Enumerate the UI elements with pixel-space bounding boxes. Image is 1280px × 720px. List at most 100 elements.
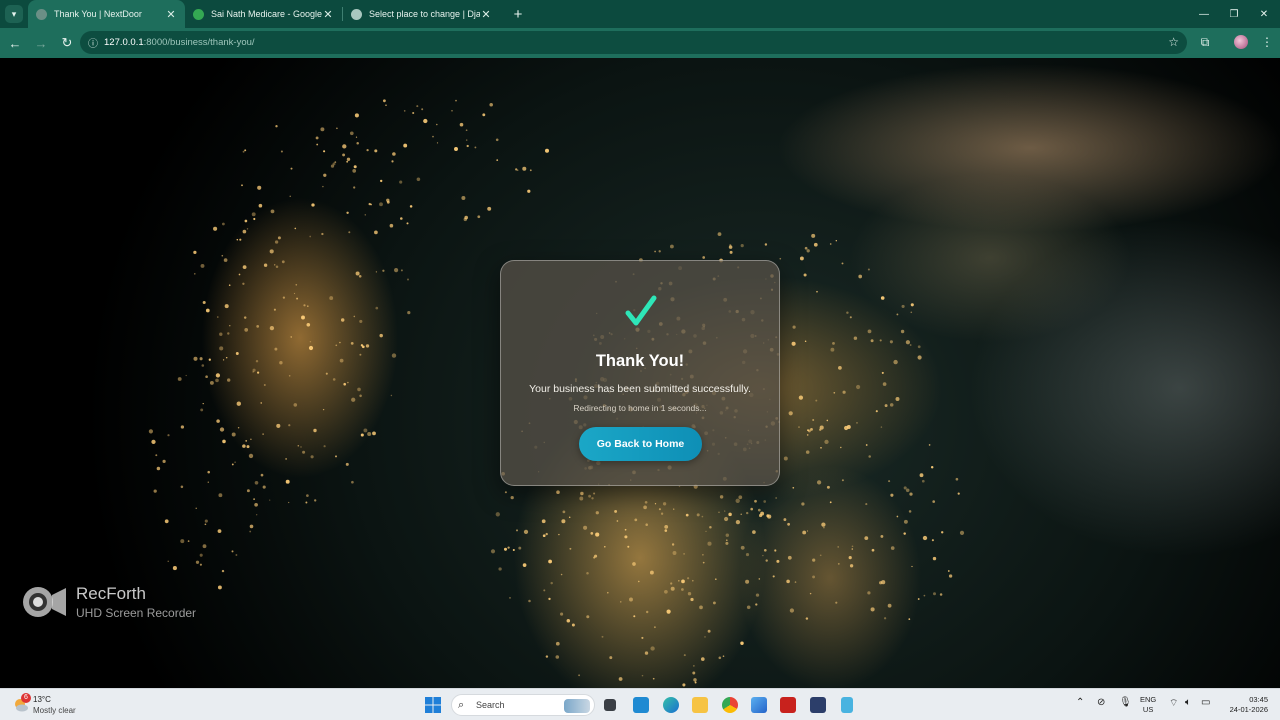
tab-django-admin[interactable]: Select place to change | Djang ✕	[343, 0, 500, 28]
city-light-dot	[529, 169, 532, 172]
city-light-dot	[900, 329, 905, 334]
city-light-dot	[339, 358, 344, 363]
city-light-dot	[305, 501, 308, 504]
city-light-dot	[370, 203, 372, 206]
city-light-dot	[746, 605, 751, 610]
task-view-icon[interactable]	[600, 695, 620, 715]
site-info-icon[interactable]: ⓘ	[88, 35, 104, 50]
city-light-dot	[353, 186, 356, 189]
city-light-dot	[616, 520, 619, 522]
city-light-dot	[342, 153, 346, 157]
city-light-dot	[856, 384, 861, 390]
city-light-dot	[887, 603, 892, 608]
city-light-dot	[215, 378, 219, 383]
windows-start-icon[interactable]	[425, 697, 441, 713]
city-light-dot	[523, 529, 529, 535]
vscode-icon[interactable]	[631, 695, 651, 715]
city-light-dot	[236, 239, 239, 241]
back-arrow-icon[interactable]: ←	[3, 31, 27, 55]
profile-avatar[interactable]	[1230, 31, 1252, 53]
system-clock[interactable]: 03:45 24-01-2026	[1222, 695, 1268, 715]
address-bar[interactable]: ⓘ 127.0.0.1:8000/business/thank-you/ ☆	[80, 31, 1187, 54]
city-light-dot	[349, 131, 354, 136]
city-light-dot	[704, 636, 706, 638]
bookmark-star-icon[interactable]: ☆	[1168, 35, 1179, 49]
weather-widget[interactable]: 6 13°C Mostly clear	[10, 692, 100, 718]
city-light-dot	[801, 502, 805, 506]
city-light-dot	[888, 480, 891, 483]
city-light-dot	[340, 318, 345, 322]
chrome-icon[interactable]	[720, 695, 740, 715]
city-light-dot	[310, 455, 314, 459]
city-light-dot	[216, 419, 220, 423]
minimize-icon[interactable]: —	[1188, 0, 1220, 28]
city-light-dot	[490, 549, 496, 554]
city-light-dot	[652, 677, 655, 680]
city-light-dot	[604, 546, 606, 548]
show-hidden-icons-chevron-icon[interactable]: ⌃	[1076, 697, 1084, 708]
network-off-icon[interactable]: ⊘	[1097, 697, 1105, 708]
notepad-icon[interactable]	[837, 695, 857, 715]
city-light-dot	[244, 328, 249, 332]
window-close-icon[interactable]: ✕	[1248, 0, 1280, 28]
city-light-dot	[755, 593, 760, 597]
city-light-dot	[719, 495, 724, 499]
taskbar-search-input[interactable]: ⌕ Search	[451, 694, 595, 716]
city-light-dot	[595, 511, 599, 515]
forward-arrow-icon[interactable]: →	[29, 31, 53, 55]
tab-search-chevron-icon[interactable]: ▾	[5, 5, 23, 23]
city-light-dot	[253, 498, 255, 500]
city-light-dot	[909, 344, 912, 346]
microphone-icon[interactable]: 🎙︎	[1119, 697, 1132, 708]
city-light-dot	[290, 167, 293, 170]
close-icon[interactable]: ✕	[322, 8, 334, 21]
city-light-dot	[545, 532, 548, 536]
file-explorer-icon[interactable]	[690, 695, 710, 715]
city-light-dot	[315, 136, 319, 140]
city-light-dot	[382, 269, 385, 272]
city-light-dot	[352, 169, 357, 173]
city-light-dot	[353, 165, 357, 169]
close-icon[interactable]: ✕	[480, 8, 492, 21]
city-light-dot	[671, 543, 675, 546]
photos-icon[interactable]	[749, 695, 769, 715]
city-light-dot	[588, 494, 591, 498]
city-light-dot	[459, 122, 464, 127]
new-tab-plus-icon[interactable]: +	[510, 6, 526, 23]
city-light-dot	[813, 242, 818, 247]
city-light-dot	[692, 671, 696, 675]
go-back-home-button[interactable]: Go Back to Home	[579, 427, 702, 461]
battery-icon[interactable]: ▭	[1201, 697, 1210, 708]
city-light-dot	[806, 434, 809, 436]
language-indicator[interactable]: ENG US	[1140, 695, 1156, 715]
recorder-watermark: RecForth UHD Screen Recorder	[22, 582, 222, 624]
city-light-dot	[375, 271, 378, 273]
tab-google-maps[interactable]: Sai Nath Medicare - Google Ma ✕	[185, 0, 342, 28]
city-light-dot	[224, 304, 229, 309]
volume-icon[interactable]: 🔈︎	[1185, 697, 1191, 708]
city-light-dot	[745, 553, 750, 557]
more-menu-icon[interactable]: ⋮	[1256, 31, 1278, 53]
restore-icon[interactable]: ❐	[1218, 0, 1250, 28]
city-light-dot	[200, 263, 205, 268]
city-light-dot	[320, 127, 325, 132]
close-icon[interactable]: ✕	[165, 8, 177, 21]
wifi-icon[interactable]: ⌔	[1169, 697, 1178, 710]
city-light-dot	[957, 492, 960, 495]
city-light-dot	[461, 196, 466, 200]
city-light-dot	[329, 296, 334, 301]
acrobat-icon[interactable]	[778, 695, 798, 715]
city-light-dot	[285, 479, 290, 484]
city-light-dot	[366, 148, 369, 152]
tab-thank-you[interactable]: Thank You | NextDoor ✕	[28, 0, 185, 28]
city-light-dot	[641, 636, 644, 639]
city-light-dot	[555, 641, 560, 646]
extensions-puzzle-icon[interactable]: ⧉	[1194, 31, 1216, 53]
edge-icon[interactable]	[661, 695, 681, 715]
reload-icon[interactable]: ↻	[55, 31, 79, 55]
city-light-dot	[275, 125, 278, 128]
city-light-dot	[293, 403, 298, 407]
app-icon[interactable]	[808, 695, 828, 715]
city-light-dot	[275, 265, 279, 268]
city-light-dot	[722, 655, 725, 657]
